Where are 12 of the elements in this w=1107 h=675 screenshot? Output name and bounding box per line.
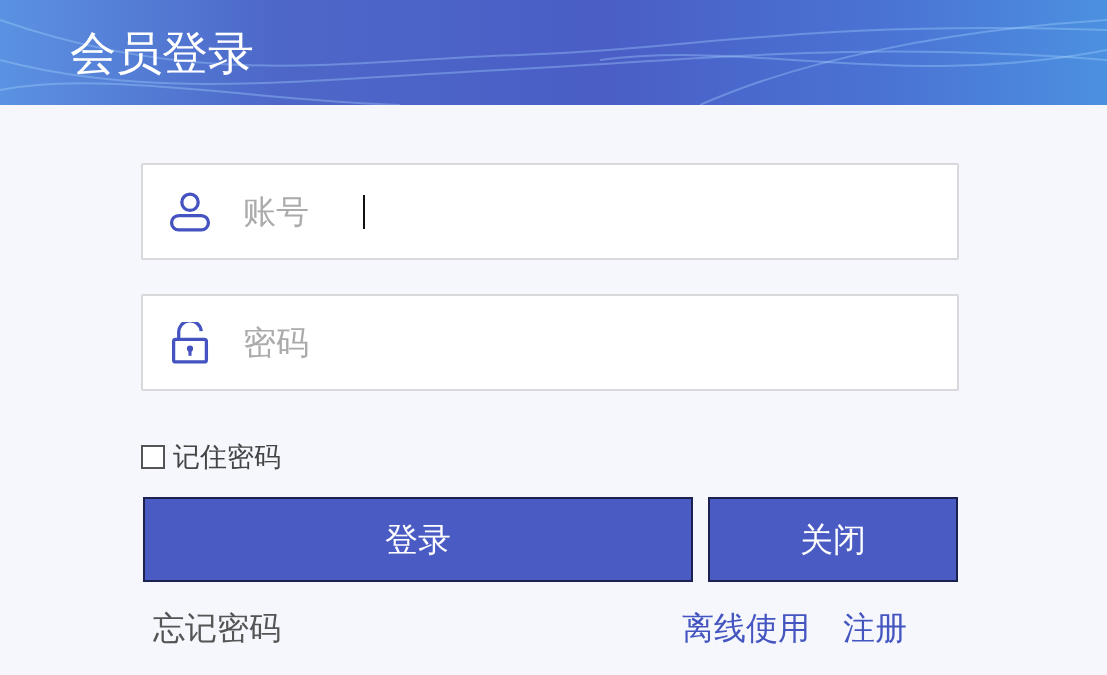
field-label: 账号 bbox=[243, 195, 309, 228]
link[interactable]: 注册 bbox=[843, 612, 907, 644]
text-link[interactable]: 忘记密码 bbox=[153, 612, 281, 644]
person-icon bbox=[169, 190, 211, 233]
login-button[interactable]: 登录 bbox=[143, 497, 693, 582]
checkbox-label: 记住密码 bbox=[173, 443, 281, 470]
unlocked-padlock-icon bbox=[169, 321, 211, 364]
link[interactable]: 离线使用 bbox=[682, 612, 810, 644]
close-button[interactable]: 关闭 bbox=[708, 497, 958, 582]
field-label: 密码 bbox=[243, 326, 309, 359]
window-title: 会员登录 bbox=[70, 29, 254, 76]
checkbox[interactable] bbox=[141, 444, 165, 469]
